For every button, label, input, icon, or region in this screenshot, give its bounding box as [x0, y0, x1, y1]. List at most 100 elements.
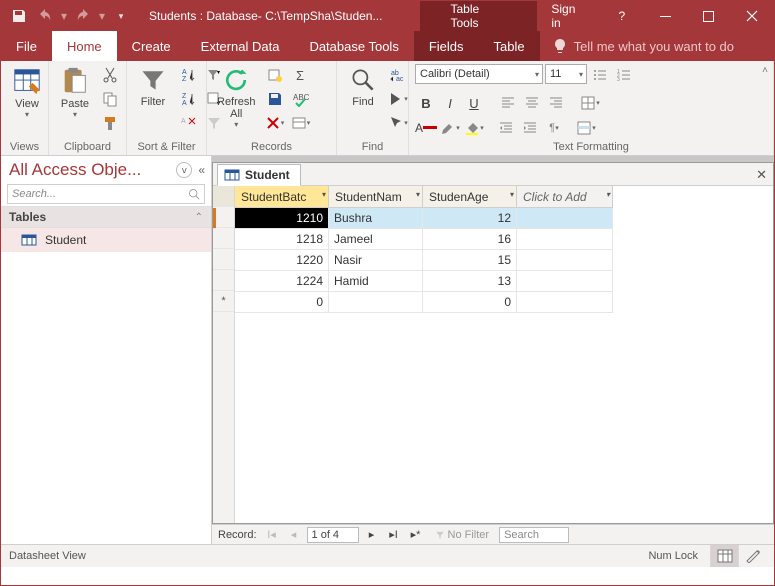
col-header-add[interactable]: Click to Add▾: [517, 186, 613, 208]
tab-file[interactable]: File: [1, 31, 52, 61]
font-color-button[interactable]: A: [415, 117, 437, 139]
cell-age[interactable]: 0: [423, 292, 517, 313]
col-header-studentbatch[interactable]: StudentBatc▾: [235, 186, 329, 208]
sort-desc-button[interactable]: ZA: [177, 88, 199, 110]
totals-button[interactable]: Σ: [290, 64, 312, 86]
text-direction-button[interactable]: ¶▾: [543, 117, 565, 139]
cell-empty[interactable]: [517, 229, 613, 250]
cell-batch[interactable]: 1218: [235, 229, 329, 250]
numbering-button[interactable]: 123: [613, 64, 635, 86]
remove-sort-button[interactable]: A: [177, 112, 199, 134]
cell-batch[interactable]: 0: [235, 292, 329, 313]
fill-color-button[interactable]: ▾: [463, 117, 485, 139]
row-selector[interactable]: [213, 270, 234, 291]
paste-button[interactable]: Paste ▾: [55, 64, 95, 121]
new-record-button[interactable]: [264, 64, 286, 86]
help-button[interactable]: ?: [600, 1, 643, 31]
view-button[interactable]: View ▾: [7, 64, 47, 121]
tab-create[interactable]: Create: [117, 31, 186, 61]
close-document-button[interactable]: ✕: [756, 167, 767, 183]
cell-age[interactable]: 16: [423, 229, 517, 250]
record-search-input[interactable]: Search: [499, 527, 569, 543]
signin-button[interactable]: Sign in: [537, 1, 600, 31]
select-all-records[interactable]: [213, 186, 234, 207]
cell-name[interactable]: Bushra: [329, 208, 423, 229]
nav-pane-dropdown-icon[interactable]: ⅴ: [176, 162, 192, 178]
cell-name[interactable]: Nasir: [329, 250, 423, 271]
gridlines-button[interactable]: ▾: [579, 92, 601, 114]
find-button[interactable]: Find: [343, 64, 383, 110]
tab-table[interactable]: Table: [479, 31, 540, 61]
col-header-studentage[interactable]: StudenAge▾: [423, 186, 517, 208]
alt-row-color-button[interactable]: ▾: [575, 117, 597, 139]
save-icon[interactable]: [7, 4, 31, 28]
cell-empty[interactable]: [517, 292, 613, 313]
nav-search-input[interactable]: Search...: [7, 184, 205, 204]
bullets-button[interactable]: [589, 64, 611, 86]
table-row[interactable]: 1210 Bushra 12: [235, 208, 773, 229]
format-painter-button[interactable]: [99, 112, 121, 134]
minimize-button[interactable]: [644, 1, 687, 31]
new-row-selector[interactable]: *: [213, 291, 234, 312]
design-view-button[interactable]: [738, 545, 766, 567]
row-selector[interactable]: [213, 249, 234, 270]
save-record-button[interactable]: [264, 88, 286, 110]
more-records-button[interactable]: ▾: [290, 112, 312, 134]
tab-database-tools[interactable]: Database Tools: [294, 31, 413, 61]
row-selector[interactable]: [213, 207, 234, 228]
cell-empty[interactable]: [517, 208, 613, 229]
delete-record-button[interactable]: ▾: [264, 112, 286, 134]
goto-button[interactable]: ▾: [387, 88, 409, 110]
filter-indicator[interactable]: No Filter: [435, 529, 490, 541]
record-position-input[interactable]: 1 of 4: [307, 527, 359, 543]
col-header-studentname[interactable]: StudentNam▾: [329, 186, 423, 208]
cell-empty[interactable]: [517, 271, 613, 292]
cell-batch[interactable]: 1210: [235, 208, 329, 229]
qat-customize-icon[interactable]: ▾: [109, 4, 133, 28]
align-left-button[interactable]: [497, 92, 519, 114]
cell-batch[interactable]: 1220: [235, 250, 329, 271]
font-size-select[interactable]: 11: [545, 64, 587, 84]
cell-empty[interactable]: [517, 250, 613, 271]
highlight-button[interactable]: ▾: [439, 117, 461, 139]
underline-button[interactable]: U: [463, 92, 485, 114]
collapse-ribbon-icon[interactable]: ˄: [762, 65, 768, 76]
bold-button[interactable]: B: [415, 92, 437, 114]
nav-pane-header[interactable]: All Access Obje...: [9, 160, 141, 180]
nav-group-tables[interactable]: Tables ⌃: [1, 206, 211, 228]
datasheet-view-button[interactable]: [710, 545, 738, 567]
next-record-button[interactable]: ▸: [363, 527, 381, 543]
table-row[interactable]: 1220 Nasir 15: [235, 250, 773, 271]
undo-dropdown-icon[interactable]: ▾: [59, 4, 69, 28]
align-right-button[interactable]: [545, 92, 567, 114]
nav-pane-collapse-icon[interactable]: «: [198, 163, 205, 177]
new-record-nav-button[interactable]: ▸*: [407, 527, 425, 543]
replace-button[interactable]: abac: [387, 64, 409, 86]
undo-icon[interactable]: [33, 4, 57, 28]
decrease-indent-button[interactable]: [495, 117, 517, 139]
redo-icon[interactable]: [71, 4, 95, 28]
maximize-button[interactable]: [687, 1, 730, 31]
italic-button[interactable]: I: [439, 92, 461, 114]
increase-indent-button[interactable]: [519, 117, 541, 139]
redo-dropdown-icon[interactable]: ▾: [97, 4, 107, 28]
row-selector[interactable]: [213, 228, 234, 249]
refresh-all-button[interactable]: Refresh All ▾: [213, 64, 260, 131]
sort-asc-button[interactable]: AZ: [177, 64, 199, 86]
cell-name[interactable]: [329, 292, 423, 313]
filter-button[interactable]: Filter: [133, 64, 173, 110]
tell-me-search[interactable]: Tell me what you want to do: [540, 31, 746, 61]
first-record-button[interactable]: I◂: [263, 527, 281, 543]
table-row[interactable]: 1218 Jameel 16: [235, 229, 773, 250]
close-button[interactable]: [731, 1, 774, 31]
cell-age[interactable]: 15: [423, 250, 517, 271]
table-row[interactable]: 1224 Hamid 13: [235, 271, 773, 292]
select-button[interactable]: ▾: [387, 112, 409, 134]
cell-batch[interactable]: 1224: [235, 271, 329, 292]
document-tab-student[interactable]: Student: [217, 164, 301, 186]
font-name-select[interactable]: Calibri (Detail): [415, 64, 543, 84]
nav-item-student[interactable]: Student: [1, 228, 211, 252]
tab-fields[interactable]: Fields: [414, 31, 479, 61]
tab-home[interactable]: Home: [52, 31, 117, 61]
table-new-row[interactable]: 0 0: [235, 292, 773, 313]
